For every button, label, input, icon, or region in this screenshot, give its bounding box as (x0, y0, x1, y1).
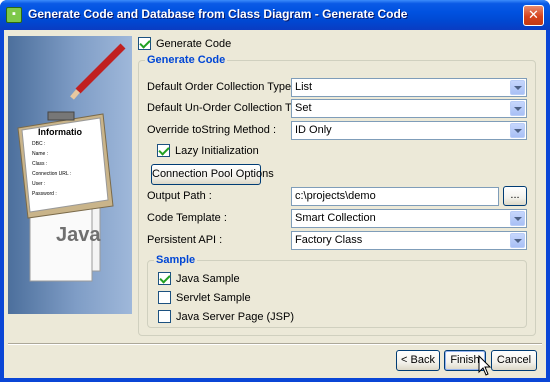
lazy-initialization-checkbox[interactable] (157, 144, 170, 157)
banner-doc-line: User : (32, 181, 46, 187)
jsp-checkbox[interactable] (158, 310, 171, 323)
servlet-sample-label: Servlet Sample (176, 291, 251, 304)
title-bar[interactable]: ▪ Generate Code and Database from Class … (0, 0, 550, 30)
output-path-input[interactable]: c:\projects\demo (291, 187, 499, 206)
generate-code-group: Generate Code Default Order Collection T… (138, 54, 536, 336)
output-path-label: Output Path : (147, 190, 212, 202)
banner-doc-line: Name : (32, 151, 49, 157)
jsp-row[interactable]: Java Server Page (JSP) (158, 310, 294, 323)
lazy-initialization-label: Lazy Initialization (175, 144, 259, 157)
chevron-down-icon[interactable] (510, 123, 525, 138)
mouse-pointer-icon (478, 355, 492, 376)
default-unorder-collection-label: Default Un-Order Collection Type : (147, 102, 315, 114)
sample-group: Sample Java Sample Servlet Sample Java S… (147, 254, 527, 328)
banner-java-label: Java (56, 224, 101, 246)
code-template-label: Code Template : (147, 212, 227, 224)
close-button[interactable]: ✕ (523, 5, 544, 26)
generate-code-checkbox-label: Generate Code (156, 37, 232, 50)
default-unorder-collection-select[interactable]: Set (291, 99, 527, 118)
servlet-sample-checkbox[interactable] (158, 291, 171, 304)
chevron-down-icon[interactable] (510, 233, 525, 248)
banner-doc-line: DBC : (32, 141, 46, 147)
generate-code-checkbox[interactable] (138, 37, 151, 50)
cancel-button[interactable]: Cancel (491, 350, 537, 371)
override-tostring-select[interactable]: ID Only (291, 121, 527, 140)
code-template-select[interactable]: Smart Collection (291, 209, 527, 228)
servlet-sample-row[interactable]: Servlet Sample (158, 291, 251, 304)
chevron-down-icon[interactable] (510, 211, 525, 226)
window-title: Generate Code and Database from Class Di… (28, 7, 408, 21)
persistent-api-select[interactable]: Factory Class (291, 231, 527, 250)
persistent-api-label: Persistent API : (147, 234, 223, 246)
back-button[interactable]: < Back (396, 350, 440, 371)
generate-code-group-title: Generate Code (145, 54, 228, 66)
code-template-value: Smart Collection (295, 212, 376, 224)
banner-doc-line: Connection URL : (32, 171, 72, 177)
chevron-down-icon[interactable] (510, 101, 525, 116)
jsp-label: Java Server Page (JSP) (176, 310, 294, 323)
persistent-api-value: Factory Class (295, 234, 363, 246)
wizard-banner-image: Informatio DBC : Name : Class : Connecti… (8, 36, 132, 314)
default-order-collection-select[interactable]: List (291, 78, 527, 97)
banner-doc-title: Informatio (38, 127, 82, 137)
java-sample-row[interactable]: Java Sample (158, 272, 240, 285)
chevron-down-icon[interactable] (510, 80, 525, 95)
output-path-value: c:\projects\demo (295, 190, 376, 202)
java-sample-label: Java Sample (176, 272, 240, 285)
browse-button[interactable]: ... (503, 186, 527, 206)
connection-pool-options-button[interactable]: Connection Pool Options (151, 164, 274, 185)
default-order-collection-label: Default Order Collection Type : (147, 81, 298, 93)
dialog-window: ▪ Generate Code and Database from Class … (0, 0, 550, 382)
app-icon: ▪ (6, 7, 22, 23)
lazy-initialization-row[interactable]: Lazy Initialization (157, 144, 259, 157)
default-order-collection-value: List (295, 81, 313, 93)
default-unorder-collection-value: Set (295, 102, 312, 114)
banner-doc-line: Class : (32, 161, 48, 167)
sample-group-title: Sample (154, 254, 198, 266)
footer-separator (8, 343, 542, 345)
generate-code-checkbox-row[interactable]: Generate Code (138, 37, 231, 50)
banner-doc-line: Password : (32, 191, 57, 197)
override-tostring-value: ID Only (295, 124, 332, 136)
override-tostring-label: Override toString Method : (147, 124, 277, 136)
java-sample-checkbox[interactable] (158, 272, 171, 285)
dialog-client-area: Informatio DBC : Name : Class : Connecti… (4, 30, 546, 378)
